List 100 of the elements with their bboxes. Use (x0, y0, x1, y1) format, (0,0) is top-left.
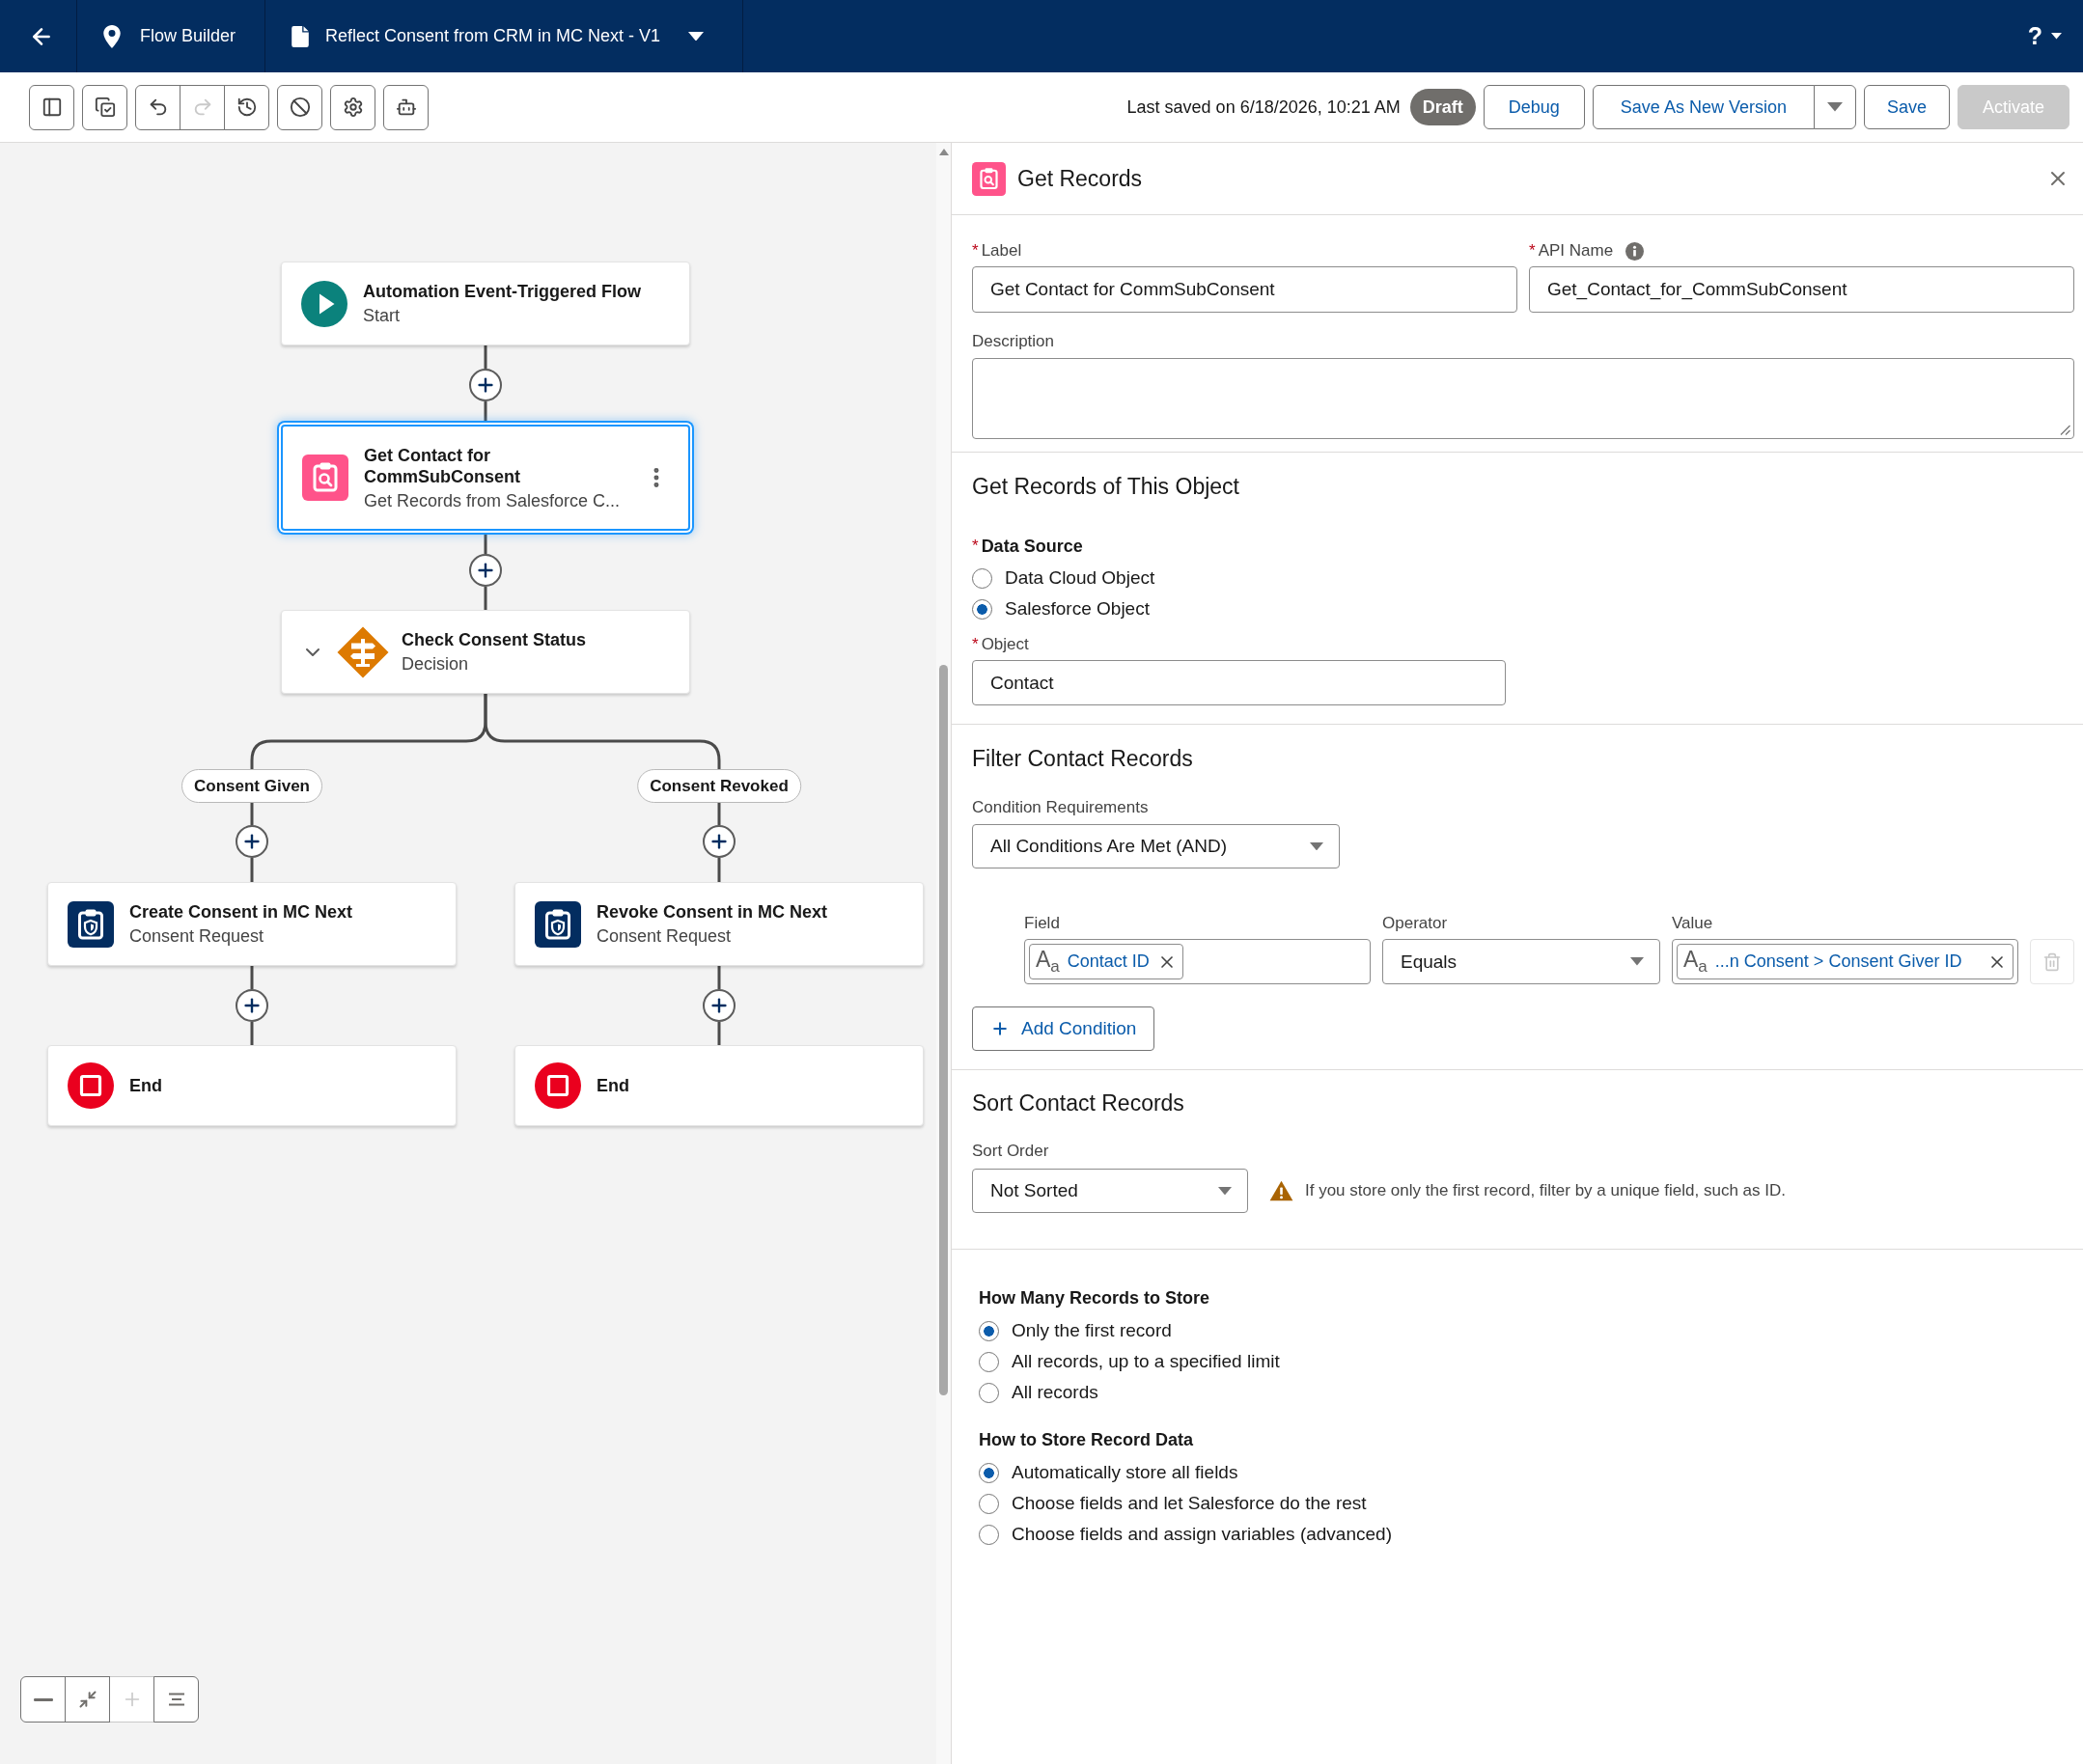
condition-requirements-select[interactable]: All Conditions Are Met (AND) (972, 824, 1340, 868)
node-type: Start (363, 305, 401, 326)
node-title: End (129, 1075, 162, 1096)
field-token[interactable]: A$_{a}$ Contact ID (1029, 944, 1183, 979)
connector-line (717, 803, 721, 825)
plus-icon (990, 1019, 1010, 1038)
caret-down-icon (1310, 841, 1323, 851)
undo-button[interactable] (135, 84, 181, 130)
clipboard-search-icon (302, 455, 348, 501)
field-label: How to Store Record Data (979, 1429, 1194, 1450)
connector-line (717, 966, 721, 989)
section-heading: Get Records of This Object (972, 473, 1240, 501)
app-name: Flow Builder (140, 26, 236, 46)
connector-line (250, 1022, 254, 1045)
stop-icon (535, 1062, 581, 1109)
radio-option[interactable]: All records, up to a specified limit (979, 1346, 1280, 1377)
node-title: Automation Event-Triggered Flow (363, 281, 641, 302)
copy-button[interactable] (82, 84, 127, 130)
field-label: Object (981, 635, 1029, 654)
node-type: Consent Request (597, 925, 733, 947)
node-title: Create Consent in MC Next (129, 901, 353, 923)
add-element-button[interactable] (469, 369, 502, 401)
field-label: Label (981, 241, 1022, 261)
radio-option[interactable]: All records (979, 1377, 1098, 1408)
end-node[interactable]: End (47, 1045, 457, 1126)
start-node[interactable]: Automation Event-Triggered Flow Start (281, 262, 690, 345)
field-label: Sort Order (972, 1142, 1049, 1161)
panel-title: Get Records (1017, 165, 1143, 192)
object-input[interactable]: Contact (972, 660, 1506, 705)
shrink-arrows-icon (77, 1690, 97, 1709)
radio-option[interactable]: Salesforce Object (972, 593, 1150, 624)
decision-node[interactable]: Check Consent Status Decision (281, 610, 690, 694)
field-input[interactable]: A$_{a}$ Contact ID (1024, 939, 1371, 984)
deactivate-button[interactable] (277, 84, 322, 130)
connector-line (250, 966, 254, 989)
required-mark: * (972, 635, 979, 654)
clipboard-shield-icon (535, 900, 581, 948)
save-button[interactable]: Save (1863, 85, 1950, 129)
api-name-input[interactable]: Get_Contact_for_CommSubConsent (1529, 266, 2074, 313)
debug-button[interactable]: Debug (1483, 85, 1585, 129)
radio-option[interactable]: Choose fields and assign variables (advanced) (979, 1519, 1392, 1550)
add-element-button[interactable] (703, 825, 736, 858)
action-node[interactable]: Create Consent in MC Next Consent Request (47, 882, 457, 966)
agent-button[interactable] (383, 84, 429, 130)
connector-line (717, 858, 721, 882)
flow-title: Reflect Consent from CRM in MC Next - V1 (325, 26, 661, 46)
description-textarea[interactable] (972, 358, 2074, 439)
caret-down-icon (1826, 102, 1843, 112)
node-title: Revoke Consent in MC Next (597, 901, 828, 923)
label-input[interactable]: Get Contact for CommSubConsent (972, 266, 1517, 313)
signpost-icon (336, 624, 390, 679)
radio-option[interactable]: Automatically store all fields (979, 1457, 1238, 1488)
node-title: End (597, 1075, 629, 1096)
play-icon (301, 280, 347, 327)
warning-message: If you store only the first record, filter by a unique field, such as ID. (1305, 1181, 1786, 1200)
fit-view-button[interactable] (65, 1676, 110, 1723)
clipboard-shield-icon (68, 900, 114, 948)
add-condition-button[interactable]: Add Condition (972, 1006, 1155, 1051)
history-button[interactable] (224, 84, 269, 130)
last-saved-text: Last saved on 6/18/2026, 10:21 AM (1126, 96, 1401, 118)
radio-option[interactable]: Only the first record (979, 1315, 1172, 1346)
auto-layout-button[interactable] (153, 1676, 199, 1723)
add-element-button[interactable] (236, 825, 268, 858)
scrollbar-thumb[interactable] (939, 665, 948, 1395)
branch-label: Consent Revoked (637, 769, 801, 803)
field-label: Description (972, 332, 1055, 351)
operator-select[interactable]: Equals (1382, 939, 1660, 984)
help-button[interactable]: ? (2017, 0, 2083, 72)
trash-icon (2042, 951, 2062, 972)
node-type: Consent Request (129, 925, 265, 947)
sort-order-select[interactable]: Not Sorted (972, 1169, 1248, 1213)
clipboard-search-icon (972, 161, 1006, 196)
node-title: Get Contact for CommSubConsent (364, 444, 521, 487)
toggle-panel-button[interactable] (29, 84, 74, 130)
action-node[interactable]: Revoke Consent in MC Next Consent Request (514, 882, 924, 966)
radio-option[interactable]: Choose fields and let Salesforce do the rest (979, 1488, 1367, 1519)
zoom-out-button[interactable] (20, 1676, 66, 1723)
more-options-button[interactable] (1813, 85, 1856, 129)
save-as-new-version-button[interactable]: Save As New Version (1592, 85, 1815, 129)
radio-option[interactable]: Data Cloud Object (972, 563, 1155, 593)
panel-icon (41, 96, 63, 118)
map-pin-icon (103, 24, 121, 48)
caret-down-icon (1218, 1186, 1232, 1196)
connector-line (484, 587, 487, 610)
scroll-up-icon[interactable] (938, 149, 949, 155)
required-mark: * (972, 537, 979, 556)
status-badge: Draft (1409, 89, 1476, 125)
node-title: Check Consent Status (402, 629, 587, 650)
end-node[interactable]: End (514, 1045, 924, 1126)
text-type-icon: A$_{a}$ (1683, 949, 1708, 975)
settings-button[interactable] (330, 84, 375, 130)
resize-handle-icon[interactable] (2060, 425, 2070, 435)
add-element-button[interactable] (469, 554, 502, 587)
add-element-button[interactable] (703, 989, 736, 1022)
add-element-button[interactable] (236, 989, 268, 1022)
robot-icon (395, 96, 417, 118)
settings-icon (342, 96, 364, 118)
stop-icon (68, 1062, 114, 1109)
node-type: Decision (402, 653, 470, 675)
caret-down-icon (1630, 957, 1644, 966)
